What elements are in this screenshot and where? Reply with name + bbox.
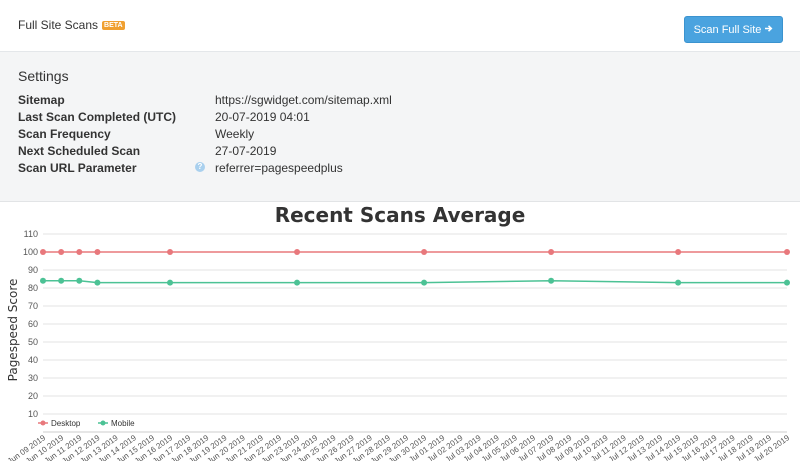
data-point-mobile [784,279,790,286]
data-point-mobile [421,279,428,286]
y-tick-label: 40 [28,355,38,365]
data-point-desktop [675,249,682,255]
data-point-mobile [40,277,46,284]
data-point-mobile [548,277,555,284]
data-point-mobile [58,277,65,284]
legend-label: Mobile [111,419,135,428]
beta-badge: BETA [102,21,125,30]
scan-full-site-button[interactable]: Scan Full Site [684,16,783,43]
y-tick-label: 110 [24,229,38,239]
setting-row-next-scan: Next Scheduled Scan 27-07-2019 [18,144,778,161]
data-point-desktop [76,249,83,255]
setting-value: Weekly [215,127,255,141]
data-point-desktop [421,249,428,255]
data-point-desktop [58,249,65,255]
page-title: Full Site Scans BETA [18,18,125,32]
question-circle-icon[interactable]: ? [195,162,205,172]
chart-y-ticks: 10 20 30 40 50 60 70 80 90 100 110 [23,229,38,419]
chart-canvas: Recent Scans Average Pagespeed Score 10 2… [6,203,792,461]
legend-marker [40,420,46,426]
setting-value: https://sgwidget.com/sitemap.xml [215,93,392,107]
page-header: Full Site Scans BETA Scan Full Site [0,0,800,52]
setting-row-scan-frequency: Scan Frequency Weekly [18,127,778,144]
y-tick-label: 20 [28,391,38,401]
y-tick-label: 30 [28,373,38,383]
recent-scans-chart: Recent Scans Average Pagespeed Score 10 2… [0,203,800,461]
data-point-desktop [784,249,790,255]
chart-series [40,249,790,286]
data-point-desktop [40,249,46,255]
settings-panel: Settings Sitemap https://sgwidget.com/si… [0,52,800,202]
scan-full-site-label: Scan Full Site [693,23,762,36]
data-point-mobile [167,279,174,286]
setting-value: 27-07-2019 [215,144,277,158]
setting-label: Sitemap [18,93,65,107]
setting-label: Last Scan Completed (UTC) [18,110,177,124]
data-point-mobile [294,279,301,286]
data-point-mobile [76,277,83,284]
setting-value: referrer=pagespeedplus [215,161,343,175]
settings-heading: Settings [18,68,69,84]
chart-legend: Desktop Mobile [38,419,135,428]
y-tick-label: 60 [28,319,38,329]
arrow-right-icon [764,24,773,36]
legend-label: Desktop [51,419,81,428]
chart-y-axis-label: Pagespeed Score [6,279,20,382]
setting-label: Scan Frequency [18,127,111,141]
chart-title: Recent Scans Average [275,203,526,227]
setting-label: Scan URL Parameter [18,161,137,175]
setting-value: 20-07-2019 04:01 [215,110,310,124]
chart-x-ticks: Jun 09 2019Jun 10 2019Jun 11 2019Jun 12 … [6,433,792,461]
y-tick-label: 90 [28,265,38,275]
data-point-desktop [167,249,174,255]
setting-label: Next Scheduled Scan [18,144,141,158]
data-point-mobile [675,279,682,286]
y-tick-label: 10 [28,409,38,419]
legend-marker [100,420,106,426]
y-tick-label: 70 [28,301,38,311]
setting-row-url-parameter: Scan URL Parameter ? referrer=pagespeedp… [18,161,778,178]
setting-row-last-scan: Last Scan Completed (UTC) 20-07-2019 04:… [18,110,778,127]
data-point-desktop [294,249,301,255]
data-point-desktop [548,249,555,255]
setting-row-sitemap: Sitemap https://sgwidget.com/sitemap.xml [18,93,778,110]
y-tick-label: 80 [28,283,38,293]
y-tick-label: 100 [23,247,38,257]
chart-grid [43,233,787,433]
page-title-text: Full Site Scans [18,18,99,32]
data-point-mobile [94,279,101,286]
data-point-desktop [94,249,101,255]
y-tick-label: 50 [28,337,38,347]
